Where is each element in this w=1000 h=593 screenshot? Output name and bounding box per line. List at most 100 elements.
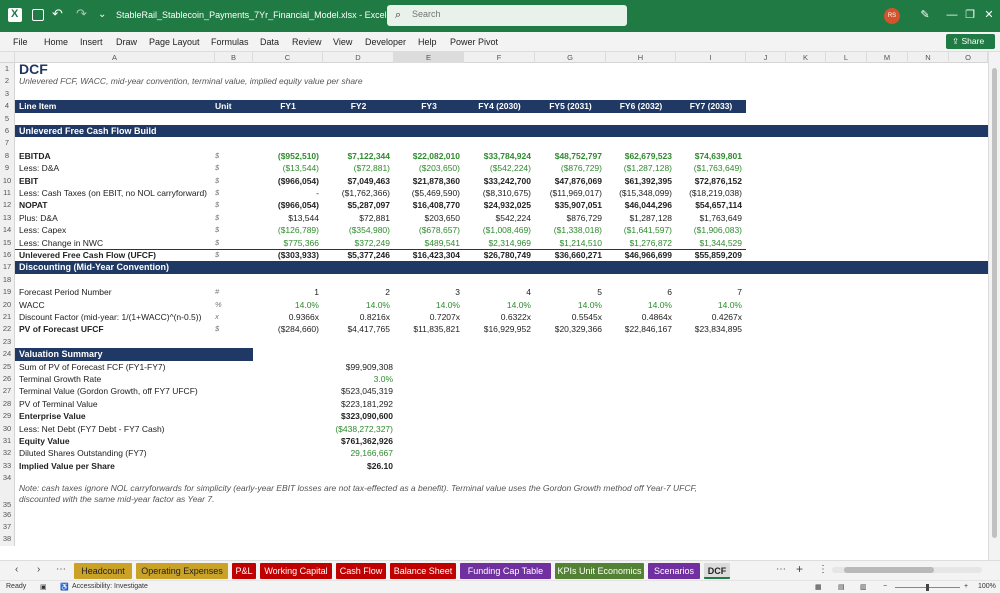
tabs-overflow-icon[interactable]: ⋯ xyxy=(776,564,786,575)
tab-more-icon[interactable]: ⋯ xyxy=(56,564,66,575)
value-cell[interactable]: $55,859,209 xyxy=(676,249,742,261)
header-year[interactable]: FY1 xyxy=(253,100,323,112)
header-year[interactable]: FY2 xyxy=(323,100,394,112)
line-item-label[interactable]: Less: Capex xyxy=(19,224,66,236)
line-item-label[interactable]: Discount Factor (mid-year: 1/(1+WACC)^(n… xyxy=(19,311,201,323)
line-item-label[interactable]: PV of Forecast UFCF xyxy=(19,323,104,335)
more-sheets-icon[interactable]: ⋮ xyxy=(818,564,828,575)
value-cell[interactable]: $372,249 xyxy=(323,237,390,249)
value-cell[interactable]: $7,122,344 xyxy=(323,150,390,162)
row-number[interactable]: 27 xyxy=(0,385,15,398)
row-number[interactable]: 11 xyxy=(0,187,15,200)
search-input[interactable] xyxy=(412,9,612,19)
row-number[interactable]: 10 xyxy=(0,174,15,187)
unit-cell[interactable]: $ xyxy=(215,323,245,335)
menu-data[interactable]: Data xyxy=(260,37,279,47)
row-number[interactable]: 31 xyxy=(0,435,15,448)
sheet-tab[interactable]: KPIs Unit Economics xyxy=(555,563,644,579)
summary-label[interactable]: Terminal Value (Gordon Growth, off FY7 U… xyxy=(19,385,198,397)
value-cell[interactable]: $4,417,765 xyxy=(323,323,390,335)
menu-draw[interactable]: Draw xyxy=(116,37,137,47)
row-number[interactable]: 2 xyxy=(0,75,15,88)
value-cell[interactable]: $1,214,510 xyxy=(535,237,602,249)
value-cell[interactable]: $2,314,969 xyxy=(464,237,531,249)
value-cell[interactable]: 14.0% xyxy=(606,299,672,311)
row-number[interactable]: 38 xyxy=(0,533,15,546)
summary-value[interactable]: $523,045,319 xyxy=(253,385,393,397)
row-number[interactable]: 20 xyxy=(0,298,15,311)
value-cell[interactable]: ($966,054) xyxy=(253,199,319,211)
sheet-tab[interactable]: P&L xyxy=(232,563,256,579)
value-cell[interactable]: ($284,660) xyxy=(253,323,319,335)
zoom-level[interactable]: 100% xyxy=(978,583,996,590)
menu-formulas[interactable]: Formulas xyxy=(211,37,249,47)
summary-label[interactable]: PV of Terminal Value xyxy=(19,398,98,410)
menu-view[interactable]: View xyxy=(333,37,352,47)
value-cell[interactable]: - xyxy=(253,187,319,199)
menu-insert[interactable]: Insert xyxy=(80,37,103,47)
value-cell[interactable]: $22,082,010 xyxy=(394,150,460,162)
value-cell[interactable]: $876,729 xyxy=(535,212,602,224)
value-cell[interactable]: $26,780,749 xyxy=(464,249,531,261)
page-layout-view-icon[interactable]: ▤ xyxy=(838,583,845,591)
row-number[interactable]: 28 xyxy=(0,397,15,411)
value-cell[interactable]: $489,541 xyxy=(394,237,460,249)
row-number[interactable]: 4 xyxy=(0,100,15,113)
summary-label[interactable]: Enterprise Value xyxy=(19,410,86,422)
value-cell[interactable]: $203,650 xyxy=(394,212,460,224)
value-cell[interactable]: $54,657,114 xyxy=(676,199,742,211)
value-cell[interactable]: ($1,906,083) xyxy=(676,224,742,236)
row-number[interactable]: 26 xyxy=(0,373,15,386)
value-cell[interactable]: 0.7207x xyxy=(394,311,460,323)
summary-value[interactable]: 29,166,667 xyxy=(253,447,393,459)
value-cell[interactable]: $16,423,304 xyxy=(394,249,460,261)
value-cell[interactable]: ($8,310,675) xyxy=(464,187,531,199)
line-item-label[interactable]: NOPAT xyxy=(19,199,48,211)
unit-cell[interactable]: $ xyxy=(215,150,245,162)
summary-value[interactable]: ($438,272,327) xyxy=(253,423,393,435)
col-header-f[interactable]: F xyxy=(464,52,535,63)
unit-cell[interactable]: $ xyxy=(215,224,245,236)
header-year[interactable]: FY7 (2033) xyxy=(676,100,746,112)
accessibility-status[interactable]: Accessibility: Investigate xyxy=(72,583,148,590)
summary-label[interactable]: Diluted Shares Outstanding (FY7) xyxy=(19,447,147,459)
zoom-out-icon[interactable]: − xyxy=(883,583,887,590)
sheet-tab[interactable]: Scenarios xyxy=(648,563,700,579)
summary-label[interactable]: Terminal Growth Rate xyxy=(19,373,101,385)
value-cell[interactable]: ($542,224) xyxy=(464,162,531,174)
value-cell[interactable]: $74,639,801 xyxy=(676,150,742,162)
summary-value[interactable]: $26.10 xyxy=(253,460,393,472)
value-cell[interactable]: ($1,287,128) xyxy=(606,162,672,174)
row-number[interactable]: 15 xyxy=(0,236,15,249)
sheet-title[interactable]: DCF xyxy=(19,63,48,76)
unit-cell[interactable]: $ xyxy=(215,249,245,261)
row-number[interactable]: 34 xyxy=(0,472,15,485)
select-all-corner[interactable] xyxy=(0,52,15,63)
value-cell[interactable]: ($1,641,597) xyxy=(606,224,672,236)
value-cell[interactable]: 1 xyxy=(253,286,319,298)
value-cell[interactable]: $33,242,700 xyxy=(464,175,531,187)
search-box[interactable]: ⌕ xyxy=(387,5,627,26)
value-cell[interactable]: ($354,980) xyxy=(323,224,390,236)
sheet-tab[interactable]: Cash Flow xyxy=(336,563,386,579)
value-cell[interactable]: $5,377,246 xyxy=(323,249,390,261)
summary-label[interactable]: Sum of PV of Forecast FCF (FY1-FY7) xyxy=(19,361,165,373)
col-header-j[interactable]: J xyxy=(746,52,786,63)
unit-cell[interactable]: $ xyxy=(215,162,245,174)
line-item-label[interactable]: Less: Change in NWC xyxy=(19,237,103,249)
value-cell[interactable]: $1,287,128 xyxy=(606,212,672,224)
value-cell[interactable]: $16,929,952 xyxy=(464,323,531,335)
row-number[interactable]: 25 xyxy=(0,360,15,373)
col-header-e[interactable]: E xyxy=(394,52,464,63)
row-number[interactable]: 35 xyxy=(0,484,15,509)
row-number[interactable]: 16 xyxy=(0,249,15,262)
value-cell[interactable]: $24,932,025 xyxy=(464,199,531,211)
line-item-label[interactable]: Less: D&A xyxy=(19,162,59,174)
sheet-tab[interactable]: Operating Expenses xyxy=(136,563,228,579)
value-cell[interactable]: 2 xyxy=(323,286,390,298)
unit-cell[interactable]: $ xyxy=(215,199,245,211)
value-cell[interactable]: ($15,348,099) xyxy=(606,187,672,199)
value-cell[interactable]: $20,329,366 xyxy=(535,323,602,335)
worksheet-grid[interactable]: 1 DCF 2 Unlevered FCF, WACC, mid-year conve… xyxy=(0,63,988,560)
value-cell[interactable]: 3 xyxy=(394,286,460,298)
